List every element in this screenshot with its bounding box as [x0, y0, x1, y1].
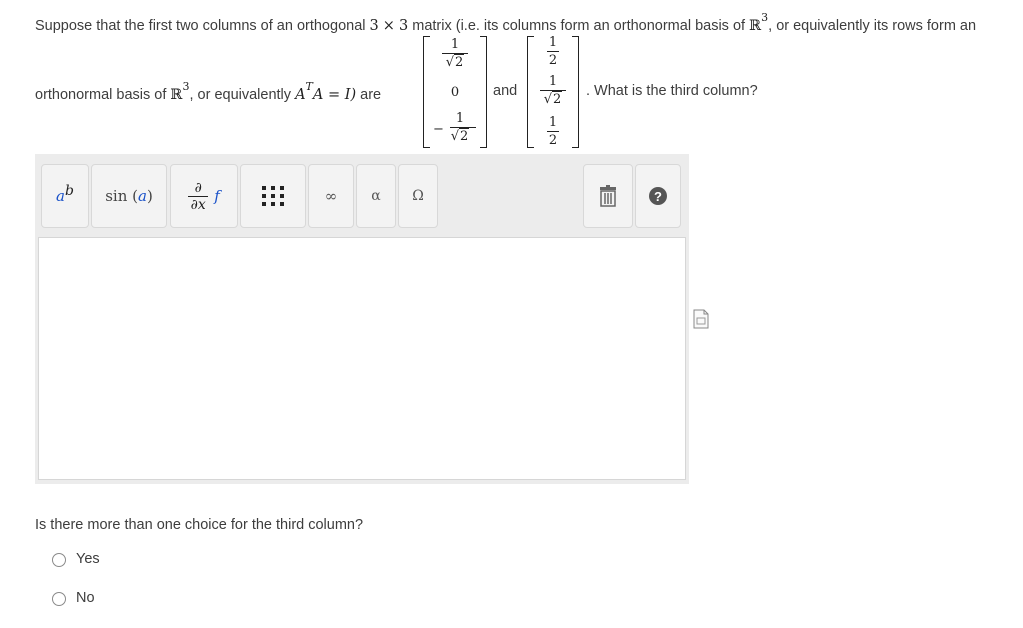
power-exponent: b: [64, 183, 74, 199]
reals-symbol: ℝ: [749, 17, 762, 34]
preview-document-icon[interactable]: [693, 309, 709, 332]
column-vector-1: 1 √2 0 − 1 √2: [423, 36, 487, 148]
question-text: are: [360, 86, 382, 103]
infinity-symbol: ∞: [324, 187, 338, 205]
infinity-button[interactable]: ∞: [308, 164, 354, 228]
dimension-a: 3: [369, 17, 379, 34]
alpha-button[interactable]: α: [356, 164, 396, 228]
times-symbol: ×: [382, 17, 395, 34]
question-text: matrix (i.e. its columns form an orthono…: [412, 17, 746, 34]
question-line-2: orthonormal basis of ℝ3, or equivalently…: [35, 80, 382, 103]
exponent: 3: [761, 11, 769, 24]
vector-2-entry-3: 1 2: [547, 115, 559, 148]
vector-1-entry-1: 1 √2: [423, 38, 487, 70]
power-button[interactable]: ab: [41, 164, 89, 228]
help-icon: ?: [649, 187, 667, 205]
question-text: orthonormal basis of: [35, 86, 167, 103]
matrix-a-symbol: A: [295, 86, 306, 103]
question-line-1: Suppose that the first two columns of an…: [35, 11, 977, 34]
trash-icon: [600, 185, 616, 207]
followup-question: Is there more than one choice for the th…: [35, 517, 364, 533]
omega-button[interactable]: Ω: [398, 164, 438, 228]
radio-yes[interactable]: [52, 553, 66, 567]
question-text: , or equivalently: [189, 86, 292, 103]
clear-button[interactable]: [583, 164, 633, 228]
option-yes-label: Yes: [76, 551, 100, 567]
reals-symbol: ℝ: [170, 86, 183, 103]
question-text: , or equivalently its rows form an: [768, 17, 977, 34]
alpha-symbol: α: [371, 188, 381, 204]
partial-derivative-button[interactable]: ∂ ∂x f: [170, 164, 238, 228]
and-word: and: [493, 83, 518, 99]
exponent: 3: [182, 80, 190, 93]
dimension-b: 3: [398, 17, 409, 34]
sine-function-button[interactable]: sin (a): [91, 164, 167, 228]
matrix-button[interactable]: [240, 164, 306, 228]
question-suffix: . What is the third column?: [586, 83, 758, 99]
power-base: a: [56, 187, 65, 205]
vector-2-entry-1: 1 2: [547, 35, 559, 68]
transpose-symbol: T: [305, 80, 313, 93]
radio-no[interactable]: [52, 592, 66, 606]
matrix-grid-icon: [262, 186, 284, 206]
vector-1-entry-3: − 1 √2: [423, 112, 487, 144]
help-button[interactable]: ?: [635, 164, 681, 228]
omega-symbol: Ω: [412, 188, 424, 204]
vector-2-entry-2: 1 √2: [527, 75, 579, 107]
equation-rest: A = I): [312, 86, 357, 103]
vector-1-entry-2: 0: [450, 85, 460, 100]
question-text: Suppose that the first two columns of an…: [35, 17, 366, 34]
option-no-label: No: [76, 590, 95, 606]
answer-input-area[interactable]: [38, 237, 686, 480]
column-vector-2: 1 2 1 √2 1 2: [527, 36, 579, 148]
